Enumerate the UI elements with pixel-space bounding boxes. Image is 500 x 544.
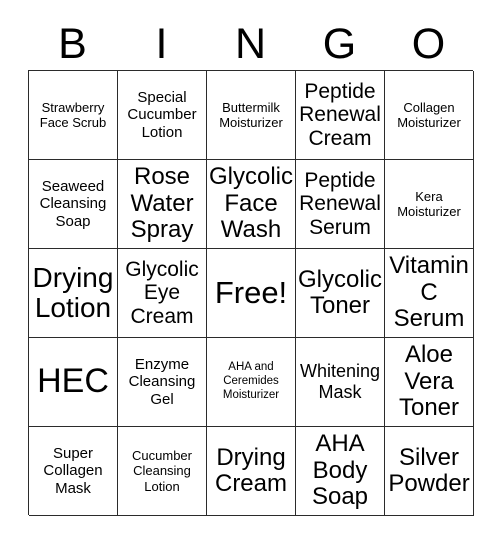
bingo-cell-label: Peptide Renewal Cream bbox=[299, 79, 381, 150]
bingo-cell-label: Special Cucumber Lotion bbox=[127, 88, 197, 141]
bingo-cell[interactable]: Kera Moisturizer bbox=[385, 160, 474, 249]
bingo-cell[interactable]: AHA and Ceremides Moisturizer bbox=[207, 338, 296, 427]
bingo-cell[interactable]: Vitamin C Serum bbox=[385, 249, 474, 338]
bingo-card: B I N G O Strawberry Face Scrub Special C… bbox=[0, 0, 500, 544]
bingo-cell[interactable]: Collagen Moisturizer bbox=[385, 71, 474, 160]
header-letter-n: N bbox=[234, 19, 267, 68]
bingo-cell-label: Glycolic Toner bbox=[298, 265, 383, 319]
bingo-cell-label: AHA and Ceremides Moisturizer bbox=[222, 361, 280, 401]
bingo-cell-label: Kera Moisturizer bbox=[397, 188, 461, 219]
bingo-header: B I N G O bbox=[28, 18, 473, 70]
bingo-cell-label: Glycolic Eye Cream bbox=[125, 257, 199, 328]
bingo-cell[interactable]: Drying Lotion bbox=[29, 249, 118, 338]
bingo-cell[interactable]: Glycolic Eye Cream bbox=[118, 249, 207, 338]
bingo-cell[interactable]: Drying Cream bbox=[207, 427, 296, 516]
bingo-cell[interactable]: Seaweed Cleansing Soap bbox=[29, 160, 118, 249]
bingo-cell-label: Vitamin C Serum bbox=[389, 252, 469, 333]
bingo-cell-label: Strawberry Face Scrub bbox=[39, 99, 107, 130]
bingo-cell-free[interactable]: Free! bbox=[207, 249, 296, 338]
bingo-cell-label: Enzyme Cleansing Gel bbox=[128, 355, 196, 408]
bingo-cell[interactable]: HEC bbox=[29, 338, 118, 427]
bingo-cell-label: Cucumber Cleansing Lotion bbox=[132, 448, 192, 494]
bingo-cell[interactable]: Glycolic Face Wash bbox=[207, 160, 296, 249]
bingo-cell-label: Silver Powder bbox=[388, 443, 470, 497]
bingo-cell-label: Peptide Renewal Serum bbox=[299, 168, 381, 239]
bingo-cell-label: Super Collagen Mask bbox=[43, 444, 103, 497]
bingo-cell[interactable]: Whitening Mask bbox=[296, 338, 385, 427]
bingo-cell-label: Drying Cream bbox=[214, 443, 287, 497]
bingo-cell[interactable]: AHA Body Soap bbox=[296, 427, 385, 516]
header-letter-o: O bbox=[411, 19, 446, 68]
bingo-cell[interactable]: Buttermilk Moisturizer bbox=[207, 71, 296, 160]
bingo-cell[interactable]: Silver Powder bbox=[385, 427, 474, 516]
bingo-cell[interactable]: Peptide Renewal Serum bbox=[296, 160, 385, 249]
header-letter-i: I bbox=[155, 19, 168, 68]
bingo-cell[interactable]: Special Cucumber Lotion bbox=[118, 71, 207, 160]
bingo-grid: Strawberry Face Scrub Special Cucumber Lo… bbox=[28, 70, 474, 516]
bingo-cell[interactable]: Peptide Renewal Cream bbox=[296, 71, 385, 160]
bingo-cell[interactable]: Strawberry Face Scrub bbox=[29, 71, 118, 160]
bingo-cell[interactable]: Enzyme Cleansing Gel bbox=[118, 338, 207, 427]
bingo-cell-label: Glycolic Face Wash bbox=[209, 163, 294, 244]
bingo-cell[interactable]: Glycolic Toner bbox=[296, 249, 385, 338]
bingo-cell-label: HEC bbox=[37, 362, 109, 401]
header-letter-b: B bbox=[58, 19, 87, 68]
bingo-cell[interactable]: Cucumber Cleansing Lotion bbox=[118, 427, 207, 516]
bingo-cell[interactable]: Super Collagen Mask bbox=[29, 427, 118, 516]
bingo-cell-label: Drying Lotion bbox=[32, 261, 114, 323]
bingo-cell-label: Rose Water Spray bbox=[130, 163, 194, 244]
bingo-cell-label: Free! bbox=[214, 274, 288, 310]
bingo-cell-label: Collagen Moisturizer bbox=[397, 99, 461, 130]
bingo-cell-label: Whitening Mask bbox=[299, 361, 381, 402]
bingo-cell[interactable]: Rose Water Spray bbox=[118, 160, 207, 249]
header-letter-g: G bbox=[322, 19, 357, 68]
bingo-cell-label: Aloe Vera Toner bbox=[398, 341, 460, 422]
bingo-cell[interactable]: Aloe Vera Toner bbox=[385, 338, 474, 427]
bingo-cell-label: AHA Body Soap bbox=[311, 430, 369, 511]
bingo-cell-label: Seaweed Cleansing Soap bbox=[39, 177, 107, 230]
bingo-cell-label: Buttermilk Moisturizer bbox=[219, 99, 283, 130]
